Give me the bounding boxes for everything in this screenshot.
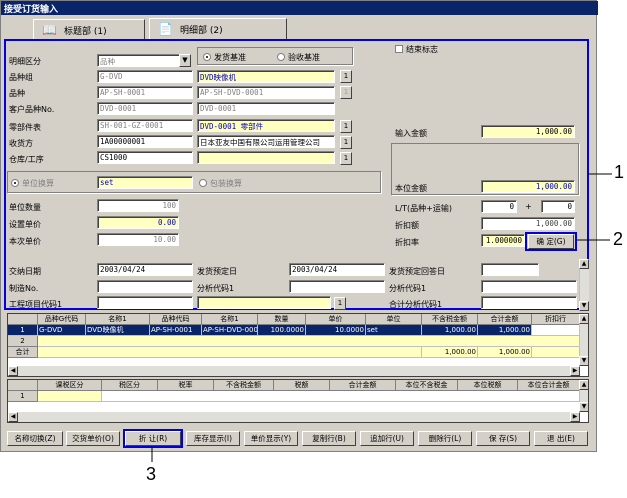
price-display-button[interactable]: 单价显示(Y): [244, 431, 298, 446]
grid-header: 本位不含税金: [396, 380, 458, 391]
window-title: 接受订货输入: [1, 1, 598, 15]
table-cell: [532, 347, 580, 358]
analysis2[interactable]: [481, 280, 577, 293]
scroll-right-icon[interactable]: ▶: [570, 412, 580, 422]
analysis1-label: 分析代码1: [197, 284, 235, 293]
scroll-right-icon[interactable]: ▶: [570, 366, 580, 376]
table-cell[interactable]: 1,000.00: [478, 325, 532, 336]
tax-grid-vscroll[interactable]: ▲ ▼: [579, 380, 588, 412]
grid-header: 品种G代码: [38, 314, 86, 325]
tax-grid-hscroll[interactable]: ◀ ▶: [8, 412, 580, 422]
grid-header: 单价: [306, 314, 366, 325]
scroll-up-icon[interactable]: ▲: [579, 380, 588, 390]
delivery-price-button[interactable]: 交货单价(O): [66, 431, 120, 446]
grid-header: [8, 380, 38, 391]
grid-header: 折扣行: [532, 314, 580, 325]
delete-row-button[interactable]: 删除行(L): [418, 431, 472, 446]
grid-hscroll[interactable]: ◀ ▶: [8, 366, 580, 376]
table-cell[interactable]: 10.0000: [306, 325, 366, 336]
detail-grid: 品种G代码 名称1 品种代码 名称1 数量 单价 单位 不含税金额 合计金额 折…: [7, 313, 589, 377]
ship-reply-label: 发货预定回答日: [389, 267, 445, 276]
scroll-down-icon[interactable]: ▼: [579, 301, 589, 311]
grid-vscroll[interactable]: ▲ ▼: [579, 314, 588, 366]
grid-header: 本位合计金额: [518, 380, 580, 391]
highlight-box-3: [123, 429, 183, 448]
exit-button[interactable]: 退 出(E): [534, 431, 588, 446]
tab-header[interactable]: 📖 标题部 (1): [33, 19, 145, 39]
table-row[interactable]: [102, 391, 580, 402]
table-row[interactable]: [38, 336, 580, 347]
ship-plan-label: 发货预定日: [197, 267, 237, 276]
tab-detail-label: 明细部 (2): [180, 26, 223, 36]
project-name[interactable]: [197, 296, 331, 309]
grid-header: 课税区分: [38, 380, 102, 391]
main-window: 接受订货输入 📖 标题部 (1) 📄 明细部 (2) 明细区分 品种 ▼ 发货基准 …: [0, 0, 598, 452]
scroll-left-icon[interactable]: ◀: [8, 366, 18, 376]
highlight-box-2: [525, 232, 577, 251]
analysis2-label: 分析代码1: [389, 284, 427, 293]
grid-header: 名称1: [202, 314, 258, 325]
grid-header: 品种代码: [150, 314, 202, 325]
ship-plan-date[interactable]: 2003/04/24: [289, 263, 385, 276]
total-analysis-label: 合计分析代码1: [389, 300, 443, 309]
grid-header: 本位税额: [458, 380, 518, 391]
table-cell[interactable]: AP-SH-DVD-000: [202, 325, 258, 336]
table-cell[interactable]: DVD映像机: [86, 325, 150, 336]
delivery-date[interactable]: 2003/04/24: [97, 263, 193, 276]
scroll-down-icon[interactable]: ▼: [579, 402, 588, 412]
grid-header: 合计金额: [478, 314, 532, 325]
project-code[interactable]: [97, 296, 193, 309]
save-button[interactable]: 保 存(S): [476, 431, 530, 446]
grid-header: 税区分: [102, 380, 158, 391]
copy-row-button[interactable]: 复制行(B): [302, 431, 356, 446]
total-cell: 1,000.00: [478, 347, 532, 358]
table-cell[interactable]: 100.0000: [258, 325, 306, 336]
grid-header: 单位: [366, 314, 422, 325]
make-no[interactable]: [97, 280, 193, 293]
row-header: 合计: [8, 347, 38, 358]
tax-grid: 课税区分 税区分 税率 不含税金额 税额 合计金额 本位不含税金 本位税额 本位…: [7, 379, 589, 423]
name-switch-button[interactable]: 名称切换(Z): [7, 431, 63, 446]
grid-header: 名称1: [86, 314, 150, 325]
grid-header: 数量: [258, 314, 306, 325]
row-header[interactable]: 2: [8, 336, 38, 347]
form-scrollbar[interactable]: ▲ ▼: [579, 259, 589, 311]
total-cell: 1,000.00: [422, 347, 478, 358]
scroll-up-icon[interactable]: ▲: [579, 314, 588, 324]
stock-display-button[interactable]: 库存显示(I): [186, 431, 240, 446]
scroll-left-icon[interactable]: ◀: [8, 412, 18, 422]
grid-header: 不含税金额: [422, 314, 478, 325]
project-label: 工程项目代码1: [9, 300, 63, 309]
callout-1: 1: [614, 162, 625, 182]
book-icon: 📖: [42, 23, 57, 37]
grid-header: [8, 314, 38, 325]
table-cell[interactable]: [532, 325, 580, 336]
tab-header-label: 标题部 (1): [64, 27, 107, 37]
row-header[interactable]: 1: [8, 391, 38, 402]
total-analysis[interactable]: [481, 296, 577, 309]
table-cell[interactable]: G-DVD: [38, 325, 86, 336]
table-cell[interactable]: AP-SH-0001: [150, 325, 202, 336]
callout-2: 2: [613, 229, 624, 249]
add-row-button[interactable]: 追加行(U): [360, 431, 414, 446]
grid-header: 税率: [158, 380, 214, 391]
scroll-up-icon[interactable]: ▲: [579, 259, 589, 269]
delivery-label: 交纳日期: [9, 267, 41, 276]
document-icon: 📄: [158, 22, 173, 36]
row-header[interactable]: 1: [8, 325, 38, 336]
lookup-button[interactable]: 1: [334, 297, 346, 310]
table-cell[interactable]: [38, 391, 102, 402]
ship-reply-date[interactable]: [481, 263, 539, 276]
callout-3: 3: [146, 464, 157, 484]
table-cell[interactable]: set: [366, 325, 422, 336]
grid-header: 不含税金额: [214, 380, 274, 391]
table-cell: [38, 347, 422, 358]
grid-header: 合计金额: [330, 380, 396, 391]
make-no-label: 制造No.: [9, 284, 39, 293]
scroll-down-icon[interactable]: ▼: [579, 356, 588, 366]
grid-header: 税额: [274, 380, 330, 391]
analysis1[interactable]: [289, 280, 385, 293]
table-cell[interactable]: 1,000.00: [422, 325, 478, 336]
tab-detail[interactable]: 📄 明细部 (2): [149, 18, 287, 39]
